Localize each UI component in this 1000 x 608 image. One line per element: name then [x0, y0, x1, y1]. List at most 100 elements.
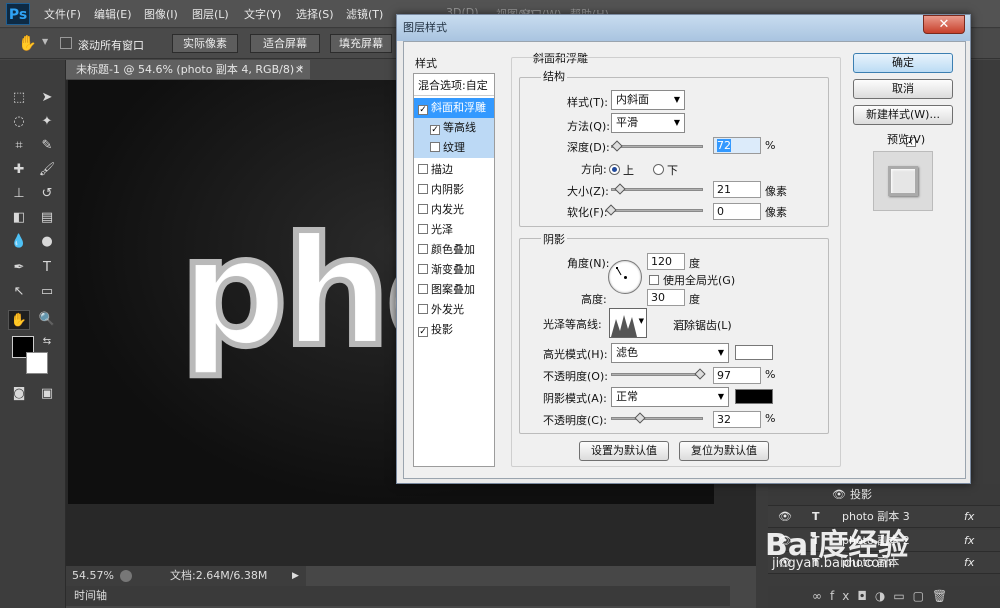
- highlight-opacity-input[interactable]: 97: [713, 367, 761, 384]
- fx-icon[interactable]: fx: [964, 506, 974, 528]
- shadow-color-swatch[interactable]: [735, 389, 773, 404]
- style-item-satin[interactable]: 光泽: [414, 220, 494, 240]
- delete-layer-icon[interactable]: 🗑: [932, 589, 955, 603]
- shadow-opacity-slider-track[interactable]: [611, 417, 703, 420]
- tool-preset-dropdown-icon[interactable]: ▼: [42, 37, 48, 46]
- style-item-gradient-overlay[interactable]: 渐变叠加: [414, 260, 494, 280]
- gloss-contour-picker[interactable]: ▼: [609, 308, 647, 338]
- add-style-icon[interactable]: fx: [830, 589, 857, 603]
- zoom-tool-icon[interactable]: 🔍: [36, 310, 58, 330]
- checkbox[interactable]: [418, 284, 428, 294]
- gradient-tool-icon[interactable]: ▤: [36, 208, 58, 228]
- blend-options-item[interactable]: 混合选项:自定: [414, 76, 494, 96]
- style-item-texture[interactable]: 纹理: [414, 138, 494, 158]
- shadow-mode-select[interactable]: 正常 ▼: [611, 387, 729, 407]
- background-color-swatch[interactable]: [26, 352, 48, 374]
- depth-slider-track[interactable]: [611, 145, 703, 148]
- add-mask-icon[interactable]: ◘: [857, 589, 875, 603]
- angle-input[interactable]: 120: [647, 253, 685, 270]
- status-menu-arrow-icon[interactable]: ▶: [292, 566, 299, 586]
- pen-tool-icon[interactable]: ✒: [8, 258, 30, 278]
- highlight-opacity-slider-track[interactable]: [611, 373, 703, 376]
- size-input[interactable]: 21: [713, 181, 761, 198]
- checkbox[interactable]: ✓: [418, 105, 428, 115]
- style-item-inner-glow[interactable]: 内发光: [414, 200, 494, 220]
- style-item-stroke[interactable]: 描边: [414, 160, 494, 180]
- quick-mask-icon[interactable]: ◙: [8, 384, 30, 404]
- swap-colors-icon[interactable]: ⇆: [36, 332, 58, 352]
- ok-button[interactable]: 确定: [853, 53, 953, 73]
- menu-image[interactable]: 图像(I): [144, 6, 178, 22]
- checkbox[interactable]: [418, 204, 428, 214]
- angle-dial[interactable]: [608, 260, 642, 294]
- checkbox[interactable]: [418, 184, 428, 194]
- fill-screen-button[interactable]: 填充屏幕: [330, 34, 392, 53]
- soften-slider-track[interactable]: [611, 209, 703, 212]
- dodge-tool-icon[interactable]: ●: [36, 232, 58, 252]
- technique-select[interactable]: 平滑 ▼: [611, 113, 685, 133]
- reset-default-button[interactable]: 复位为默认值: [679, 441, 769, 461]
- close-icon[interactable]: ✕: [923, 15, 965, 34]
- history-brush-tool-icon[interactable]: ↺: [36, 184, 58, 204]
- style-item-outer-glow[interactable]: 外发光: [414, 300, 494, 320]
- eye-icon[interactable]: 👁: [832, 484, 846, 506]
- style-item-inner-shadow[interactable]: 内阴影: [414, 180, 494, 200]
- adjustment-layer-icon[interactable]: ◑: [875, 589, 893, 603]
- altitude-input[interactable]: 30: [647, 289, 685, 306]
- style-item-contour[interactable]: ✓ 等高线: [414, 118, 494, 138]
- scroll-all-checkbox[interactable]: [60, 37, 72, 49]
- style-item-color-overlay[interactable]: 颜色叠加: [414, 240, 494, 260]
- set-default-button[interactable]: 设置为默认值: [579, 441, 669, 461]
- document-tab[interactable]: 未标题-1 @ 54.6% (photo 副本 4, RGB/8) * ×: [66, 60, 310, 79]
- link-layers-icon[interactable]: ∞: [812, 589, 830, 603]
- style-item-drop-shadow[interactable]: ✓ 投影: [414, 320, 494, 340]
- hand-tool-icon[interactable]: ✋: [18, 34, 37, 52]
- brush-tool-icon[interactable]: 🖌: [36, 160, 58, 180]
- highlight-mode-select[interactable]: 滤色 ▼: [611, 343, 729, 363]
- checkbox[interactable]: [418, 244, 428, 254]
- shadow-opacity-input[interactable]: 32: [713, 411, 761, 428]
- rectangle-tool-icon[interactable]: ▭: [36, 282, 58, 302]
- highlight-color-swatch[interactable]: [735, 345, 773, 360]
- checkbox[interactable]: [418, 164, 428, 174]
- checkbox[interactable]: ✓: [430, 125, 440, 135]
- style-select[interactable]: 内斜面 ▼: [611, 90, 685, 110]
- new-layer-icon[interactable]: ▢: [913, 589, 932, 603]
- hand-tool-icon[interactable]: ✋: [8, 310, 30, 330]
- fit-screen-button[interactable]: 适合屏幕: [250, 34, 320, 53]
- menu-layer[interactable]: 图层(L): [192, 6, 229, 22]
- clone-stamp-tool-icon[interactable]: ⊥: [8, 184, 30, 204]
- close-tab-icon[interactable]: ×: [295, 60, 304, 79]
- checkbox[interactable]: [418, 264, 428, 274]
- style-item-bevel-emboss[interactable]: ✓ 斜面和浮雕: [414, 98, 494, 118]
- fx-icon[interactable]: fx: [964, 552, 974, 574]
- blur-tool-icon[interactable]: 💧: [8, 232, 30, 252]
- new-style-button[interactable]: 新建样式(W)...: [853, 105, 953, 125]
- actual-pixels-button[interactable]: 实际像素: [172, 34, 238, 53]
- menu-type[interactable]: 文字(Y): [244, 6, 281, 22]
- timeline-panel[interactable]: 时间轴: [66, 586, 730, 606]
- group-icon[interactable]: ▭: [893, 589, 912, 603]
- screen-mode-icon[interactable]: ▣: [36, 384, 58, 404]
- dialog-titlebar[interactable]: 图层样式: [397, 15, 970, 41]
- soften-input[interactable]: 0: [713, 203, 761, 220]
- healing-brush-tool-icon[interactable]: ✚: [8, 160, 30, 180]
- global-light-checkbox[interactable]: [649, 275, 659, 285]
- checkbox[interactable]: [418, 304, 428, 314]
- menu-filter[interactable]: 滤镜(T): [346, 6, 383, 22]
- style-item-pattern-overlay[interactable]: 图案叠加: [414, 280, 494, 300]
- menu-file[interactable]: 文件(F): [44, 6, 81, 22]
- checkbox[interactable]: ✓: [418, 327, 428, 337]
- path-selection-tool-icon[interactable]: ↖: [8, 282, 30, 302]
- checkbox[interactable]: [418, 224, 428, 234]
- status-icon[interactable]: [120, 570, 132, 582]
- direction-down-radio[interactable]: [653, 164, 664, 175]
- eyedropper-tool-icon[interactable]: ✎: [36, 136, 58, 156]
- marquee-tool-icon[interactable]: ⬚: [8, 88, 30, 108]
- cancel-button[interactable]: 取消: [853, 79, 953, 99]
- menu-select[interactable]: 选择(S): [296, 6, 334, 22]
- zoom-level[interactable]: 54.57%: [72, 566, 114, 586]
- move-tool-icon[interactable]: ➤: [36, 88, 58, 108]
- eraser-tool-icon[interactable]: ◧: [8, 208, 30, 228]
- crop-tool-icon[interactable]: ⌗: [8, 136, 30, 156]
